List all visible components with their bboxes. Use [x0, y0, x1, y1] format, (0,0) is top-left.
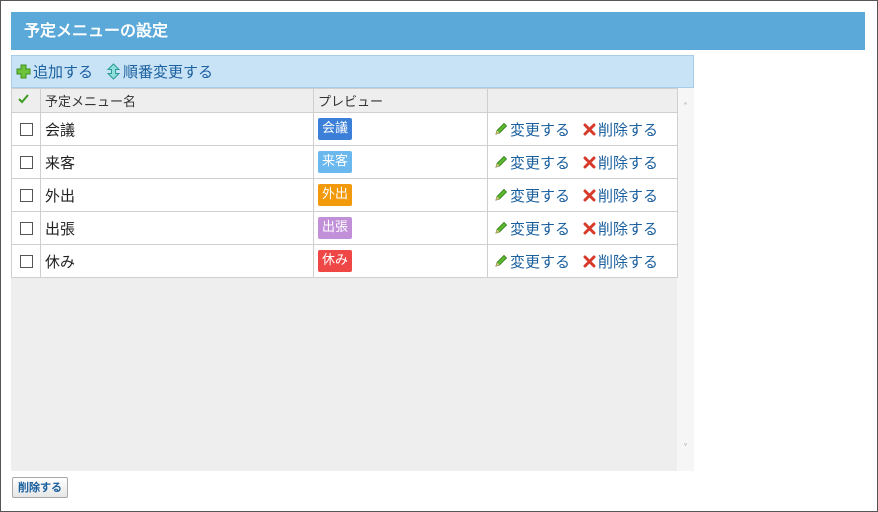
menu-name: 会議 — [40, 112, 314, 146]
delete-button[interactable]: 削除する — [583, 119, 658, 140]
x-icon — [583, 123, 596, 135]
preview-cell: 外出 — [313, 178, 488, 212]
reorder-button[interactable]: 順番変更する — [106, 61, 213, 82]
schedule-menu-table: 予定メニュー名 プレビュー 会議 会議 変更する 削除する 来客 来客 変更する… — [11, 88, 678, 278]
edit-button[interactable]: 変更する — [494, 152, 570, 173]
row-checkbox[interactable] — [20, 255, 33, 268]
table-row: 出張 出張 変更する 削除する — [11, 211, 678, 245]
actions-cell: 変更する 削除する — [487, 211, 678, 245]
table-row: 来客 来客 変更する 削除する — [11, 145, 678, 179]
edit-button[interactable]: 変更する — [494, 119, 570, 140]
column-header-preview: プレビュー — [313, 88, 488, 113]
x-icon — [583, 156, 596, 168]
row-checkbox-cell — [11, 112, 41, 146]
edit-label: 変更する — [510, 120, 571, 139]
x-icon — [583, 189, 596, 201]
row-checkbox-cell — [11, 244, 41, 278]
x-icon — [583, 255, 596, 267]
menu-name: 外出 — [40, 178, 314, 212]
select-all-header[interactable] — [11, 88, 41, 113]
pencil-icon — [495, 122, 508, 135]
toolbar: 追加する 順番変更する — [11, 55, 694, 88]
row-checkbox-cell — [11, 178, 41, 212]
edit-button[interactable]: 変更する — [494, 185, 570, 206]
delete-button[interactable]: 削除する — [583, 218, 658, 239]
delete-label: 削除する — [598, 252, 659, 271]
chevron-up-icon[interactable]: ˄ — [680, 102, 691, 113]
column-header-actions — [487, 88, 678, 113]
menu-name: 来客 — [40, 145, 314, 179]
actions-cell: 変更する 削除する — [487, 244, 678, 278]
edit-label: 変更する — [510, 153, 571, 172]
preview-badge: 会議 — [318, 118, 353, 140]
preview-badge: 外出 — [318, 184, 353, 206]
up-down-arrow-icon — [106, 63, 121, 80]
pencil-icon — [495, 254, 508, 267]
preview-cell: 出張 — [313, 211, 488, 245]
edit-label: 変更する — [510, 219, 571, 238]
row-checkbox-cell — [11, 211, 41, 245]
delete-label: 削除する — [598, 219, 659, 238]
menu-name: 休み — [40, 244, 314, 278]
add-label: 追加する — [33, 63, 94, 81]
edit-label: 変更する — [510, 252, 571, 271]
column-header-name: 予定メニュー名 — [40, 88, 314, 113]
actions-cell: 変更する 削除する — [487, 112, 678, 146]
preview-cell: 会議 — [313, 112, 488, 146]
row-checkbox-cell — [11, 145, 41, 179]
pencil-icon — [495, 221, 508, 234]
edit-button[interactable]: 変更する — [494, 251, 570, 272]
table-row: 会議 会議 変更する 削除する — [11, 112, 678, 146]
reorder-label: 順番変更する — [123, 63, 214, 81]
table-row: 休み 休み 変更する 削除する — [11, 244, 678, 278]
delete-label: 削除する — [598, 153, 659, 172]
preview-badge: 休み — [318, 250, 353, 272]
add-button[interactable]: 追加する — [16, 61, 93, 82]
plus-icon — [16, 64, 31, 79]
row-checkbox[interactable] — [20, 123, 33, 136]
page-title: 予定メニューの設定 — [11, 12, 865, 50]
delete-button[interactable]: 削除する — [583, 152, 658, 173]
actions-cell: 変更する 削除する — [487, 178, 678, 212]
preview-badge: 出張 — [318, 217, 353, 239]
row-checkbox[interactable] — [20, 222, 33, 235]
preview-cell: 休み — [313, 244, 488, 278]
vertical-scrollbar[interactable]: ˄ ˅ — [677, 88, 694, 471]
pencil-icon — [495, 188, 508, 201]
delete-label: 削除する — [598, 120, 659, 139]
bulk-delete-button[interactable]: 削除する — [12, 477, 68, 498]
delete-button[interactable]: 削除する — [583, 251, 658, 272]
preview-cell: 来客 — [313, 145, 488, 179]
delete-label: 削除する — [598, 186, 659, 205]
checkmark-icon[interactable] — [18, 94, 29, 104]
delete-button[interactable]: 削除する — [583, 185, 658, 206]
edit-button[interactable]: 変更する — [494, 218, 570, 239]
chevron-down-icon[interactable]: ˅ — [680, 443, 691, 454]
menu-name: 出張 — [40, 211, 314, 245]
pencil-icon — [495, 155, 508, 168]
row-checkbox[interactable] — [20, 156, 33, 169]
edit-label: 変更する — [510, 186, 571, 205]
table-row: 外出 外出 変更する 削除する — [11, 178, 678, 212]
table-header-row: 予定メニュー名 プレビュー — [11, 88, 678, 113]
preview-badge: 来客 — [318, 151, 353, 173]
x-icon — [583, 222, 596, 234]
row-checkbox[interactable] — [20, 189, 33, 202]
actions-cell: 変更する 削除する — [487, 145, 678, 179]
